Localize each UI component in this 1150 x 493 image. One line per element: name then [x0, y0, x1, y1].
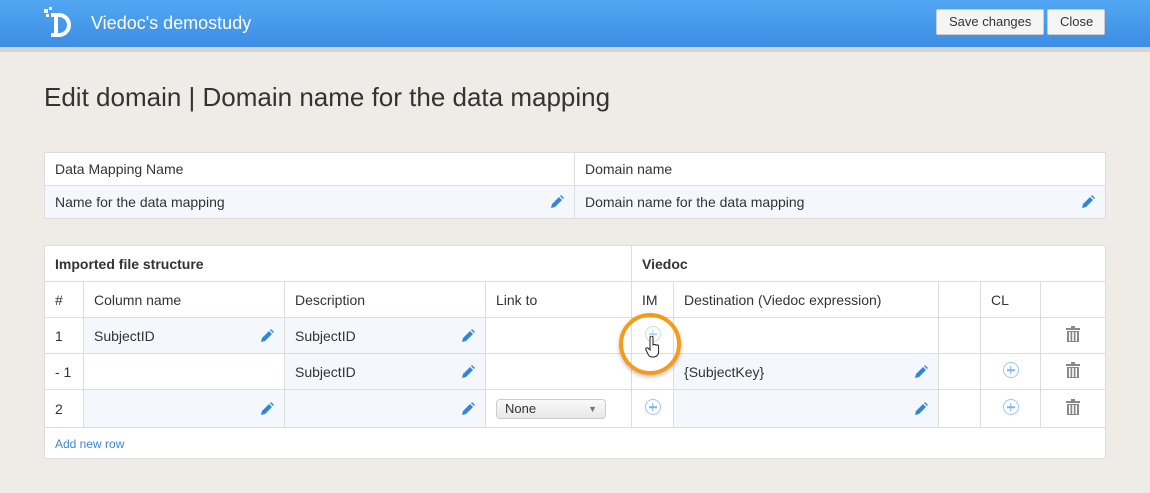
add-im-icon[interactable] [644, 399, 661, 415]
description-cell[interactable] [284, 389, 486, 428]
col-destination: Destination (Viedoc expression) [673, 281, 940, 318]
table-row: - 1 SubjectID {SubjectKey} [44, 353, 1107, 390]
table-row: 1 SubjectID SubjectID [44, 317, 1107, 354]
pencil-icon[interactable] [260, 328, 274, 343]
save-changes-button[interactable]: Save changes [936, 9, 1045, 35]
col-im: IM [631, 281, 675, 318]
header-divider [0, 47, 1150, 52]
section-viedoc: Viedoc [631, 245, 1107, 282]
page-title: Edit domain | Domain name for the data m… [44, 82, 611, 112]
domain-name-field[interactable]: Domain name for the data mapping [574, 185, 1106, 219]
description-value: SubjectID [295, 327, 356, 344]
col-link-to: Link to [484, 281, 633, 318]
column-name-cell [83, 353, 285, 390]
description-cell[interactable]: SubjectID [284, 317, 486, 354]
pencil-icon[interactable] [461, 328, 475, 343]
col-column-name: Column name [83, 281, 285, 318]
app-title: Viedoc's demostudy [91, 13, 252, 33]
add-new-row-link[interactable]: Add new row [55, 437, 124, 451]
mapping-name-label: Data Mapping Name [44, 152, 575, 186]
destination-cell [673, 317, 940, 354]
description-value: SubjectID [295, 363, 356, 380]
pencil-icon[interactable] [461, 401, 475, 416]
trash-icon[interactable] [1066, 362, 1081, 378]
col-num: # [44, 281, 84, 318]
dropdown-arrow-icon: ▼ [588, 403, 597, 414]
row-num: 2 [44, 389, 84, 428]
add-cl-icon[interactable] [1002, 399, 1019, 415]
mapping-table: Data Mapping Name Domain name Name for th… [44, 152, 1106, 219]
pencil-icon[interactable] [260, 401, 274, 416]
pencil-icon[interactable] [1081, 195, 1095, 209]
trash-icon[interactable] [1066, 399, 1081, 415]
hand-cursor-icon [645, 336, 660, 358]
col-cl: CL [980, 281, 1042, 318]
domain-name-label: Domain name [574, 152, 1106, 186]
viedoc-logo-icon [44, 7, 71, 37]
column-name-value: SubjectID [94, 327, 155, 344]
pencil-icon[interactable] [914, 364, 929, 379]
mapping-grid: Imported file structure Viedoc # Column na… [43, 245, 1107, 459]
destination-cell[interactable] [673, 389, 940, 428]
pencil-icon[interactable] [550, 195, 564, 209]
add-cl-icon[interactable] [1002, 362, 1019, 378]
trash-icon[interactable] [1066, 326, 1081, 342]
col-description: Description [284, 281, 486, 318]
column-name-cell[interactable]: SubjectID [83, 317, 285, 354]
mapping-name-field[interactable]: Name for the data mapping [44, 185, 575, 219]
domain-name-value: Domain name for the data mapping [585, 194, 805, 210]
link-to-cell [484, 317, 633, 354]
destination-cell[interactable]: {SubjectKey} [673, 353, 940, 390]
close-button[interactable]: Close [1047, 9, 1105, 35]
section-imported: Imported file structure [43, 245, 633, 282]
pencil-icon[interactable] [461, 364, 475, 379]
link-to-select[interactable]: None ▼ [496, 398, 606, 419]
description-cell[interactable]: SubjectID [284, 353, 486, 390]
row-num: 1 [44, 317, 84, 354]
pencil-icon[interactable] [914, 401, 929, 416]
table-row: 2 None ▼ [44, 389, 1107, 428]
row-num: - 1 [44, 353, 84, 390]
mapping-name-value: Name for the data mapping [55, 194, 225, 210]
link-to-value: None [505, 400, 537, 416]
link-to-cell [484, 353, 633, 390]
column-name-cell[interactable] [83, 389, 285, 428]
destination-value: {SubjectKey} [684, 363, 765, 380]
